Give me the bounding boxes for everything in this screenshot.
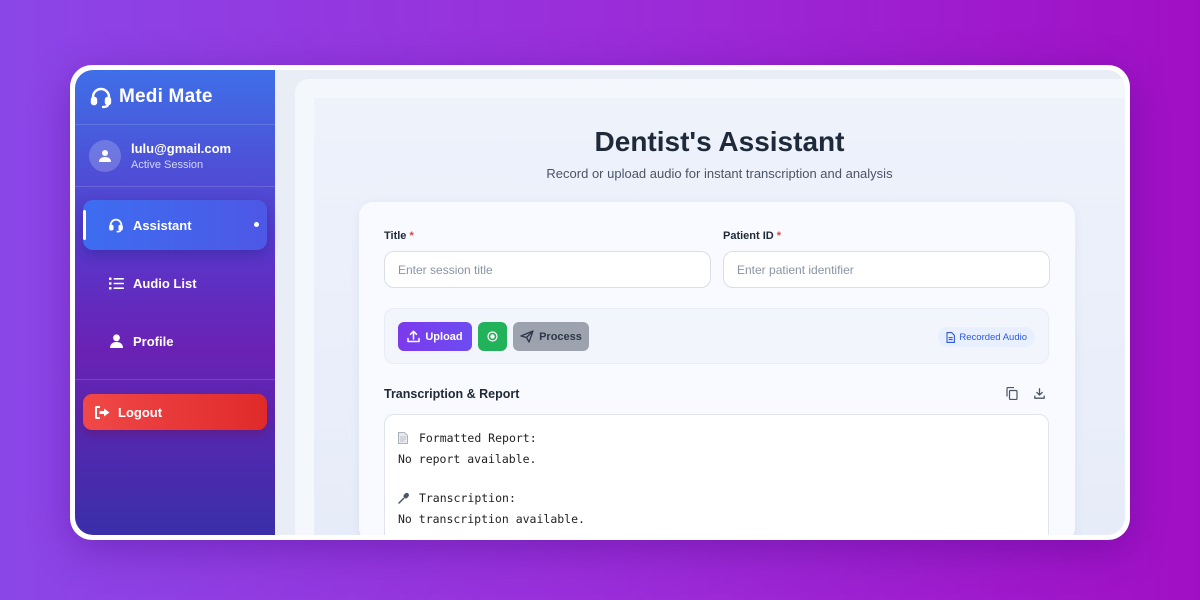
record-button[interactable] bbox=[478, 322, 507, 351]
content-panel-outer: Dentist's Assistant Record or upload aud… bbox=[295, 79, 1125, 535]
report-icon bbox=[398, 431, 412, 450]
sidebar: Medi Mate lulu@gmail.com Active Session bbox=[75, 70, 275, 535]
send-icon bbox=[520, 330, 534, 343]
app-window-frame: Medi Mate lulu@gmail.com Active Session bbox=[70, 65, 1130, 540]
sidebar-item-label: Audio List bbox=[133, 275, 197, 291]
logout-icon bbox=[95, 405, 110, 419]
transcription-heading: Transcription: bbox=[418, 490, 516, 505]
page-title: Dentist's Assistant bbox=[594, 126, 845, 157]
record-icon bbox=[487, 331, 498, 342]
process-button[interactable]: Process bbox=[513, 322, 589, 351]
session-card: Title * Patient ID * bbox=[359, 202, 1075, 535]
logout-label: Logout bbox=[118, 404, 163, 420]
transcription-text: No transcription available. bbox=[398, 512, 585, 527]
sidebar-item-audio-list[interactable]: Audio List bbox=[83, 258, 267, 308]
copy-icon[interactable] bbox=[1004, 385, 1020, 401]
list-icon bbox=[107, 277, 125, 290]
headset-icon bbox=[107, 217, 125, 233]
microphone-icon bbox=[398, 491, 412, 510]
document-icon bbox=[946, 331, 956, 343]
user-avatar-icon bbox=[99, 149, 111, 162]
page-subtitle: Record or upload audio for instant trans… bbox=[546, 166, 893, 181]
content-panel: Dentist's Assistant Record or upload aud… bbox=[314, 98, 1125, 535]
recorded-audio-badge: Recorded Audio bbox=[938, 327, 1035, 347]
sidebar-item-label: Profile bbox=[133, 333, 174, 349]
patient-id-input[interactable] bbox=[723, 251, 1050, 288]
patient-id-label: Patient ID * bbox=[723, 230, 782, 242]
main-content: Dentist's Assistant Record or upload aud… bbox=[275, 70, 1125, 535]
user-profile: lulu@gmail.com Active Session bbox=[75, 125, 275, 187]
report-text: No report available. bbox=[398, 452, 537, 467]
title-input[interactable] bbox=[384, 251, 711, 288]
user-status: Active Session bbox=[131, 158, 204, 171]
sidebar-item-label: Assistant bbox=[133, 217, 192, 233]
user-icon bbox=[107, 334, 125, 348]
brand: Medi Mate bbox=[75, 70, 275, 125]
avatar bbox=[89, 139, 121, 172]
transcription-output[interactable]: Formatted Report: No report available. T… bbox=[384, 414, 1049, 535]
sidebar-nav: Assistant Audio List Profile bbox=[75, 187, 275, 380]
audio-toolbar: Upload Process Recorded Audio bbox=[384, 308, 1049, 364]
logout-button[interactable]: Logout bbox=[83, 394, 267, 430]
upload-icon bbox=[407, 330, 421, 343]
sidebar-item-profile[interactable]: Profile bbox=[83, 316, 267, 366]
report-heading: Formatted Report: bbox=[418, 431, 537, 445]
active-indicator-dot bbox=[254, 222, 259, 227]
sidebar-item-assistant[interactable]: Assistant bbox=[83, 200, 267, 250]
app: Medi Mate lulu@gmail.com Active Session bbox=[75, 70, 1125, 535]
headset-logo-icon bbox=[89, 85, 113, 109]
transcription-section-title: Transcription & Report bbox=[384, 387, 520, 401]
user-email: lulu@gmail.com bbox=[131, 140, 232, 156]
upload-button[interactable]: Upload bbox=[398, 322, 472, 351]
title-label: Title * bbox=[384, 230, 414, 242]
brand-name: Medi Mate bbox=[119, 86, 213, 107]
download-icon[interactable] bbox=[1031, 385, 1047, 401]
